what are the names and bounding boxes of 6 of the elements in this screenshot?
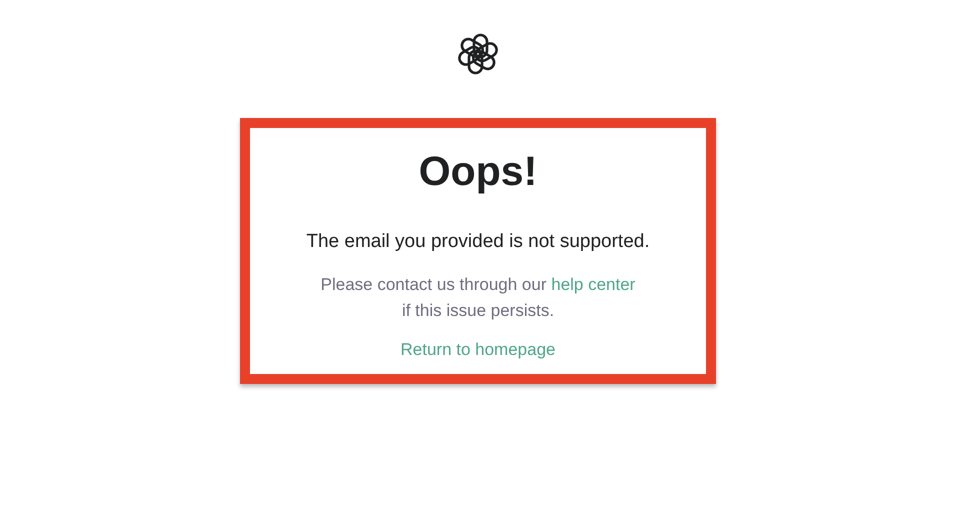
help-text: Please contact us through our help center if this issue persists. <box>320 274 636 322</box>
return-link[interactable]: Return to homepage <box>400 340 556 360</box>
page-title: Oops! <box>418 148 538 195</box>
help-center-link[interactable]: help center <box>551 275 636 294</box>
knot-icon <box>456 32 500 76</box>
error-message: The email you provided is not supported. <box>306 231 650 253</box>
